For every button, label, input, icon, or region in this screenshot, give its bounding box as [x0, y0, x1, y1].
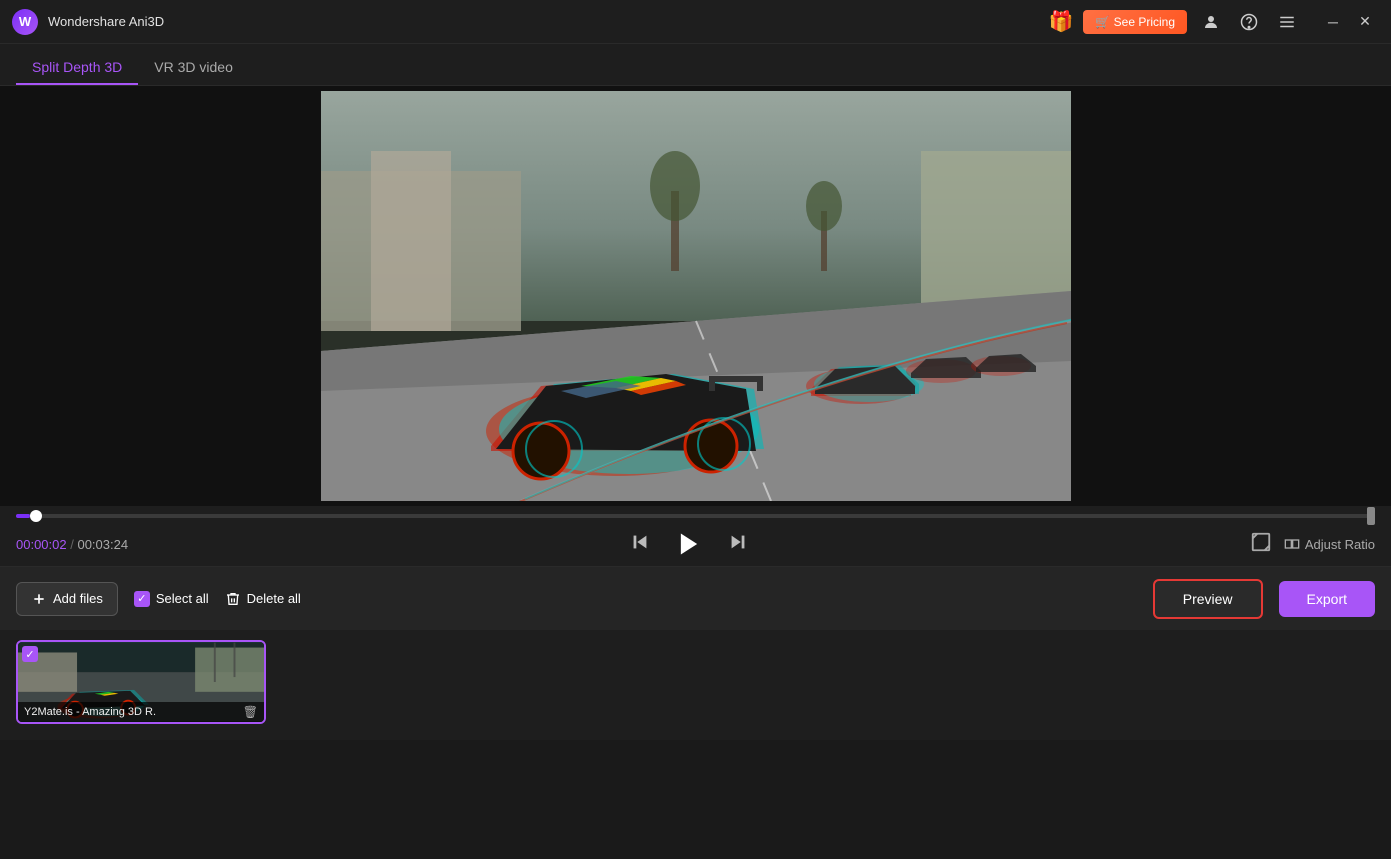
- close-button[interactable]: ✕: [1351, 8, 1379, 36]
- logo-text: W: [19, 14, 31, 29]
- bottom-toolbar: Add files ✓ Select all Delete all Previe…: [0, 566, 1391, 630]
- support-icon[interactable]: [1235, 8, 1263, 36]
- adjust-ratio-button[interactable]: Adjust Ratio: [1284, 536, 1375, 552]
- time-display: 00:00:02 / 00:03:24: [16, 537, 128, 552]
- seek-bar-progress: [16, 514, 30, 518]
- title-bar-actions: 🎁 🛒 See Pricing ─ ✕: [1048, 8, 1379, 36]
- seek-bar-thumb[interactable]: [30, 510, 42, 522]
- video-preview: [321, 91, 1071, 501]
- video-frame: [321, 91, 1071, 501]
- playback-buttons: [629, 526, 749, 562]
- delete-all-button[interactable]: Delete all: [225, 591, 301, 607]
- aspect-ratio-icon[interactable]: [1250, 531, 1272, 558]
- skip-forward-button[interactable]: [727, 531, 749, 558]
- add-files-button[interactable]: Add files: [16, 582, 118, 616]
- see-pricing-button[interactable]: 🛒 See Pricing: [1083, 10, 1187, 34]
- export-button[interactable]: Export: [1279, 581, 1375, 617]
- adjust-ratio-label: Adjust Ratio: [1305, 537, 1375, 552]
- seek-bar-container[interactable]: [16, 506, 1375, 522]
- thumbnail-delete-icon[interactable]: 🗑: [243, 705, 258, 719]
- window-controls: ─ ✕: [1319, 8, 1379, 36]
- app-logo: W: [12, 9, 38, 35]
- skip-back-button[interactable]: [629, 531, 651, 558]
- menu-icon[interactable]: [1273, 8, 1301, 36]
- app-title: Wondershare Ani3D: [48, 14, 1048, 29]
- gift-icon[interactable]: 🎁: [1048, 9, 1073, 34]
- play-button[interactable]: [671, 526, 707, 562]
- thumbnail-filename: Y2Mate.is - Amazing 3D R.: [24, 706, 156, 718]
- tab-split-depth-3d[interactable]: Split Depth 3D: [16, 59, 138, 85]
- playback-bar: 00:00:02 / 00:03:24 Adjust Ratio: [0, 506, 1391, 566]
- seek-bar-track[interactable]: [16, 514, 1375, 518]
- thumbnail-item[interactable]: ✓: [16, 640, 266, 724]
- user-icon[interactable]: [1197, 8, 1225, 36]
- video-scene-svg: [321, 91, 1071, 501]
- video-container: [0, 86, 1391, 506]
- thumbnail-label: Y2Mate.is - Amazing 3D R. 🗑: [18, 702, 264, 722]
- tab-bar: Split Depth 3D VR 3D video: [0, 44, 1391, 86]
- select-all-checkbox: ✓: [134, 591, 150, 607]
- controls-row: 00:00:02 / 00:03:24 Adjust Ratio: [16, 522, 1375, 566]
- thumbnail-checkbox[interactable]: ✓: [22, 646, 38, 662]
- minimize-button[interactable]: ─: [1319, 8, 1347, 36]
- title-bar: W Wondershare Ani3D 🎁 🛒 See Pricing ─ ✕: [0, 0, 1391, 44]
- thumbnails-area: ✓: [0, 630, 1391, 740]
- preview-button[interactable]: Preview: [1153, 579, 1263, 619]
- select-all-button[interactable]: ✓ Select all: [134, 591, 209, 607]
- total-time: 00:03:24: [77, 537, 128, 552]
- right-controls: Adjust Ratio: [1250, 531, 1375, 558]
- tab-vr-3d-video[interactable]: VR 3D video: [138, 59, 249, 85]
- seek-bar-end-thumb[interactable]: [1367, 507, 1375, 525]
- current-time: 00:00:02: [16, 537, 67, 552]
